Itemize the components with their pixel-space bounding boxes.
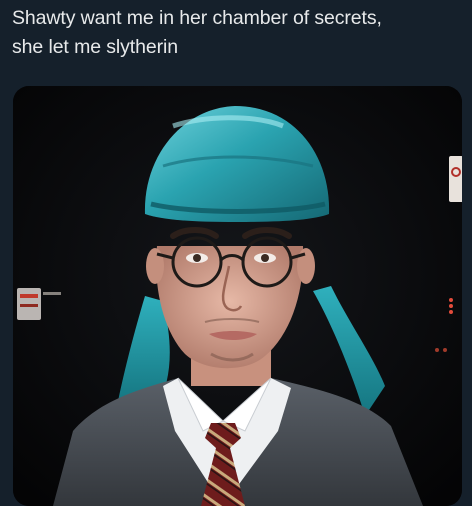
portrait-illustration	[13, 86, 462, 506]
tweet-text: Shawty want me in her chamber of secrets…	[12, 4, 462, 62]
tweet-photo[interactable]	[13, 86, 462, 506]
tweet-text-line-2: she let me slytherin	[12, 36, 178, 58]
ear-left	[146, 248, 164, 284]
tweet: Shawty want me in her chamber of secrets…	[0, 0, 472, 506]
ear-right	[297, 248, 315, 284]
tweet-text-line-1: Shawty want me in her chamber of secrets…	[12, 7, 382, 29]
